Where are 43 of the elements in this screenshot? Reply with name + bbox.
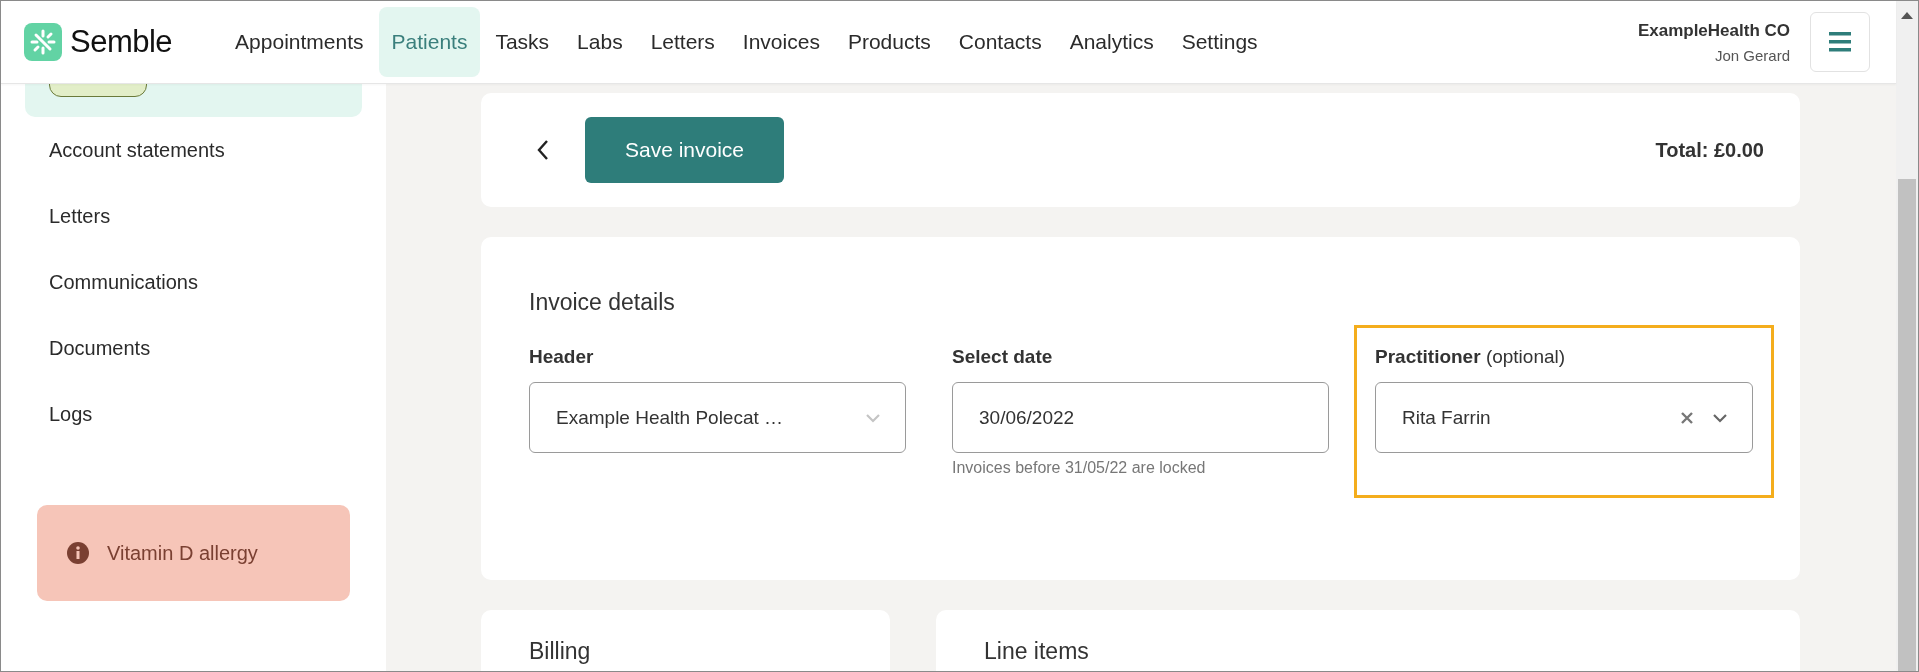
alert-text: Vitamin D allergy: [107, 541, 258, 565]
menu-button[interactable]: [1810, 12, 1870, 72]
nav-tab[interactable]: Contacts: [945, 7, 1055, 77]
menu-icon: [1829, 32, 1851, 52]
sidebar-item[interactable]: Communications: [25, 249, 362, 315]
nav-tab[interactable]: Analytics: [1056, 7, 1167, 77]
card-title: Billing: [529, 638, 591, 664]
chevron-icon: [865, 412, 881, 423]
logo-text: Semble: [70, 24, 173, 60]
field-label: Practitioner (optional): [1375, 346, 1567, 368]
date-field[interactable]: 30/06/2022: [952, 382, 1329, 453]
clear-icon[interactable]: [1680, 410, 1694, 425]
save-button[interactable]: Save invoice: [585, 117, 784, 183]
info-icon: [67, 542, 89, 564]
total-amount: Total: £0.00: [1655, 138, 1764, 162]
nav-tab[interactable]: Appointments: [222, 7, 377, 77]
back-button[interactable]: [537, 139, 549, 161]
logo-icon: [24, 23, 62, 61]
sidebar-item[interactable]: Letters: [25, 183, 362, 249]
organisation-name: ExampleHealth CO: [1637, 20, 1790, 41]
sidebar-item[interactable]: Account statements: [25, 117, 362, 183]
select-field[interactable]: Rita Farrin: [1375, 382, 1753, 453]
nav-tab[interactable]: Settings: [1168, 7, 1271, 77]
back-icon: [537, 139, 549, 161]
card-title: Line items: [984, 638, 1089, 664]
nav-tab[interactable]: Letters: [637, 7, 728, 77]
sidebar-item[interactable]: Logs: [25, 381, 362, 447]
scroll-up-icon[interactable]: [1901, 11, 1913, 19]
nav-tab[interactable]: Tasks: [482, 7, 563, 77]
section-title: Invoice details: [529, 289, 676, 316]
nav-tab[interactable]: Products: [834, 7, 944, 77]
nav-tab[interactable]: Invoices: [729, 7, 833, 77]
user-name: Jon Gerard: [1714, 46, 1790, 64]
nav-tab[interactable]: Patients: [378, 7, 481, 77]
field-hint: Invoices before 31/05/22 are locked: [952, 459, 1207, 477]
scrollbar[interactable]: [1896, 1, 1918, 671]
select-field[interactable]: Example Health Polecat …: [529, 382, 906, 453]
sidebar-item[interactable]: Documents: [25, 315, 362, 381]
chevron-icon: [1712, 412, 1728, 423]
field-label: Select date: [952, 346, 1054, 368]
field-label: Header: [529, 346, 595, 368]
nav-tab[interactable]: Labs: [564, 7, 636, 77]
scroll-thumb[interactable]: [1898, 179, 1916, 671]
